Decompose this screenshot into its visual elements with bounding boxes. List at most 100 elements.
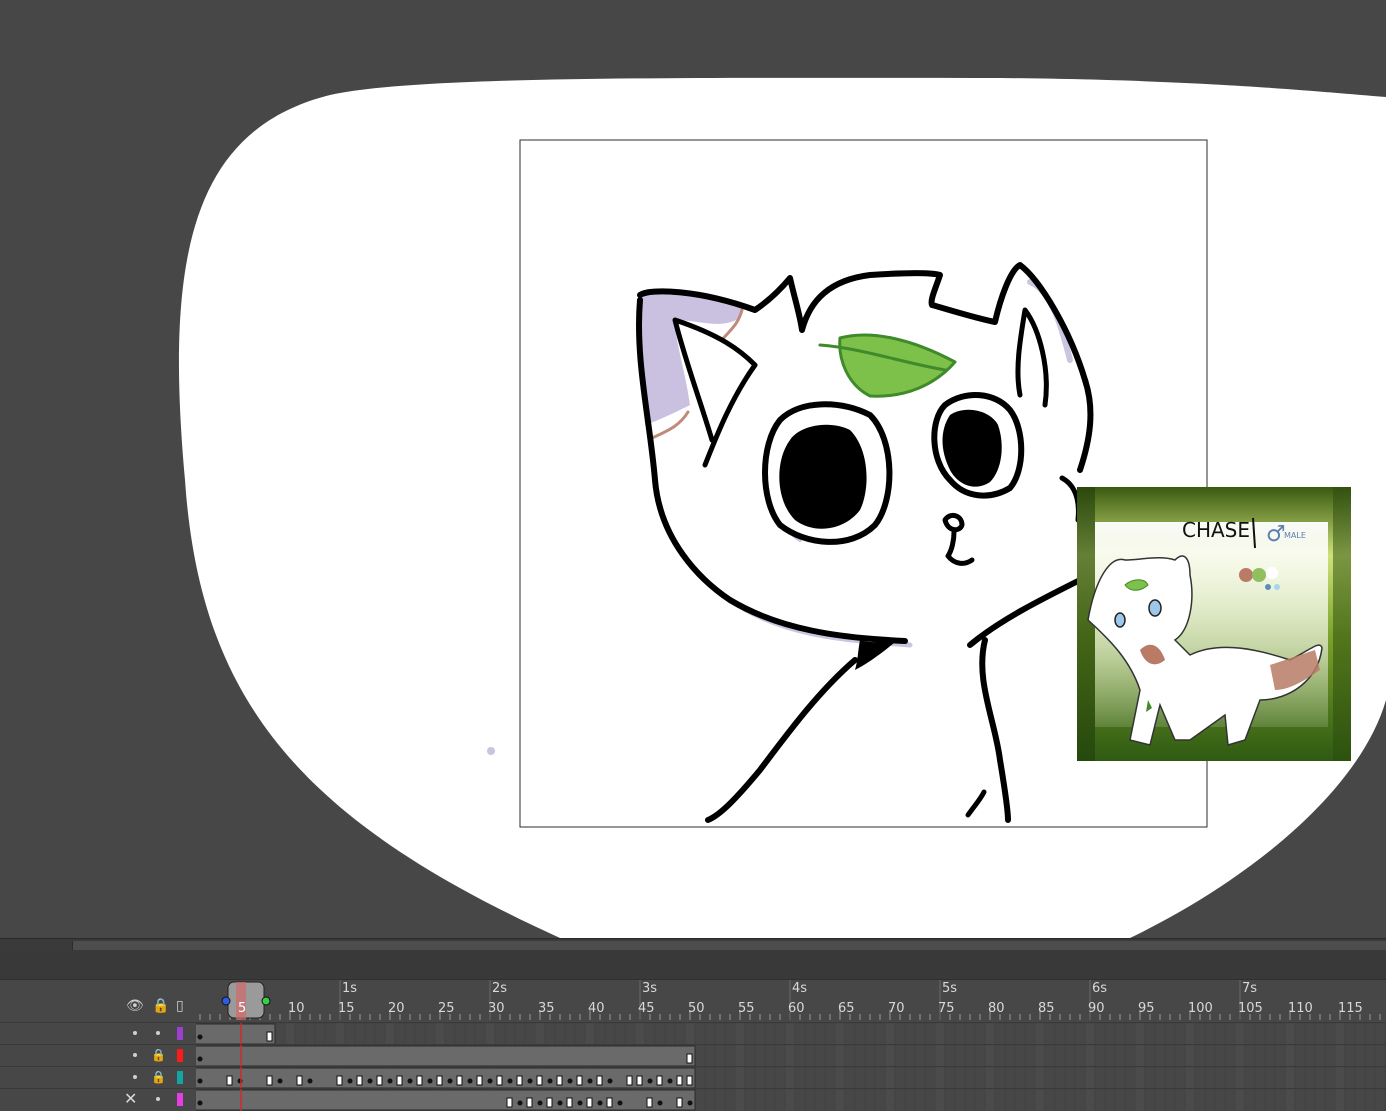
end-frame[interactable] — [656, 1075, 663, 1086]
keyframe[interactable] — [467, 1078, 473, 1084]
lock-dot[interactable] — [156, 1031, 160, 1035]
scrollbar-track[interactable] — [72, 941, 1386, 950]
layer-row[interactable]: ✕ — [0, 1088, 1386, 1111]
onion-skin-marker[interactable] — [261, 996, 271, 1006]
keyframe[interactable] — [447, 1078, 453, 1084]
stage-canvas[interactable]: CHASE ♂ MALE — [0, 0, 1386, 940]
gender-symbol: ♂ — [1266, 522, 1286, 547]
end-frame[interactable] — [226, 1075, 233, 1086]
visibility-dot[interactable] — [133, 1075, 137, 1079]
eye-icon[interactable]: 👁 — [126, 998, 144, 1014]
keyframe[interactable] — [527, 1078, 533, 1084]
keyframe[interactable] — [387, 1078, 393, 1084]
keyframe[interactable] — [507, 1078, 513, 1084]
keyframe[interactable] — [197, 1056, 203, 1062]
keyframe[interactable] — [587, 1078, 593, 1084]
keyframe[interactable] — [597, 1100, 603, 1106]
lock-icon[interactable]: 🔒 — [151, 1048, 166, 1062]
end-frame[interactable] — [266, 1031, 273, 1042]
keyframe[interactable] — [577, 1100, 583, 1106]
end-frame[interactable] — [516, 1075, 523, 1086]
end-frame[interactable] — [596, 1075, 603, 1086]
horizontal-scrollbar[interactable] — [0, 938, 1386, 954]
keyframe[interactable] — [537, 1100, 543, 1106]
layer-color-swatch[interactable] — [177, 1071, 183, 1084]
end-frame[interactable] — [356, 1075, 363, 1086]
end-frame[interactable] — [456, 1075, 463, 1086]
layer-color-swatch[interactable] — [177, 1049, 183, 1062]
layer-color-swatch[interactable] — [177, 1093, 183, 1106]
keyframe[interactable] — [607, 1078, 613, 1084]
layer-tracks[interactable]: 🔒 🔒 ✕ — [0, 1022, 1386, 1111]
end-frame[interactable] — [496, 1075, 503, 1086]
keyframe[interactable] — [547, 1078, 553, 1084]
outline-icon[interactable]: ▯ — [176, 998, 184, 1014]
keyframe[interactable] — [617, 1100, 623, 1106]
second-label: 3s — [642, 981, 658, 996]
end-frame[interactable] — [576, 1075, 583, 1086]
frame-strip[interactable] — [196, 1089, 1386, 1111]
end-frame[interactable] — [376, 1075, 383, 1086]
end-frame[interactable] — [676, 1075, 683, 1086]
frame-label: 15 — [338, 1001, 355, 1016]
timeline-panel[interactable]: 👁 🔒 ▯ 1s 2s 3s 4s 5s 6s 7s 10 15 20 25 30 35 40 45 50 55… — [0, 980, 1386, 1111]
keyframe[interactable] — [197, 1078, 203, 1084]
keyframe[interactable] — [517, 1100, 523, 1106]
visibility-dot[interactable] — [133, 1031, 137, 1035]
onion-skin-marker[interactable] — [221, 996, 231, 1006]
layer-row[interactable]: 🔒 — [0, 1066, 1386, 1089]
palette-swatch — [1266, 567, 1278, 579]
keyframe[interactable] — [197, 1100, 203, 1106]
frame-span[interactable] — [196, 1023, 276, 1045]
end-frame[interactable] — [416, 1075, 423, 1086]
hidden-x-icon[interactable]: ✕ — [124, 1089, 137, 1108]
keyframe[interactable] — [427, 1078, 433, 1084]
frame-label: 60 — [788, 1001, 805, 1016]
keyframe[interactable] — [687, 1100, 693, 1106]
second-label: 4s — [792, 981, 808, 996]
second-label: 1s — [342, 981, 358, 996]
end-frame[interactable] — [296, 1075, 303, 1086]
keyframe[interactable] — [277, 1078, 283, 1084]
keyframe[interactable] — [367, 1078, 373, 1084]
end-frame[interactable] — [626, 1075, 633, 1086]
end-frame[interactable] — [396, 1075, 403, 1086]
lock-icon[interactable]: 🔒 — [151, 1070, 166, 1084]
keyframe[interactable] — [487, 1078, 493, 1084]
keyframe[interactable] — [657, 1100, 663, 1106]
stray-dot — [487, 747, 495, 755]
lock-dot[interactable] — [156, 1097, 160, 1101]
keyframe[interactable] — [557, 1100, 563, 1106]
end-frame[interactable] — [686, 1053, 693, 1064]
keyframe[interactable] — [567, 1078, 573, 1084]
end-frame[interactable] — [436, 1075, 443, 1086]
keyframe[interactable] — [307, 1078, 313, 1084]
reference-image[interactable]: CHASE ♂ MALE — [1077, 487, 1351, 761]
keyframe[interactable] — [667, 1078, 673, 1084]
frame-span[interactable] — [196, 1089, 696, 1111]
keyframe[interactable] — [347, 1078, 353, 1084]
end-frame[interactable] — [266, 1075, 273, 1086]
frame-strip[interactable] — [196, 1023, 1386, 1045]
end-frame[interactable] — [686, 1075, 693, 1086]
layer-color-swatch[interactable] — [177, 1027, 183, 1040]
frame-strip[interactable] — [196, 1045, 1386, 1067]
end-frame[interactable] — [556, 1075, 563, 1086]
frame-span[interactable] — [196, 1045, 696, 1067]
visibility-dot[interactable] — [133, 1053, 137, 1057]
keyframe[interactable] — [647, 1078, 653, 1084]
stage-area[interactable]: CHASE ♂ MALE — [0, 0, 1386, 940]
frame-label: 100 — [1188, 1001, 1213, 1016]
timeline-toolbar — [0, 953, 1386, 980]
end-frame[interactable] — [336, 1075, 343, 1086]
keyframe[interactable] — [197, 1034, 203, 1040]
lock-icon[interactable]: 🔒 — [152, 998, 169, 1014]
end-frame[interactable] — [536, 1075, 543, 1086]
keyframe[interactable] — [407, 1078, 413, 1084]
frame-strip[interactable] — [196, 1067, 1386, 1089]
end-frame[interactable] — [476, 1075, 483, 1086]
timeline-ruler[interactable]: 1s 2s 3s 4s 5s 6s 7s 10 15 20 25 30 35 40 45 50 55 60 65 70… — [196, 980, 1386, 1020]
layer-row[interactable]: 🔒 — [0, 1044, 1386, 1067]
end-frame[interactable] — [636, 1075, 643, 1086]
layer-row[interactable] — [0, 1022, 1386, 1045]
